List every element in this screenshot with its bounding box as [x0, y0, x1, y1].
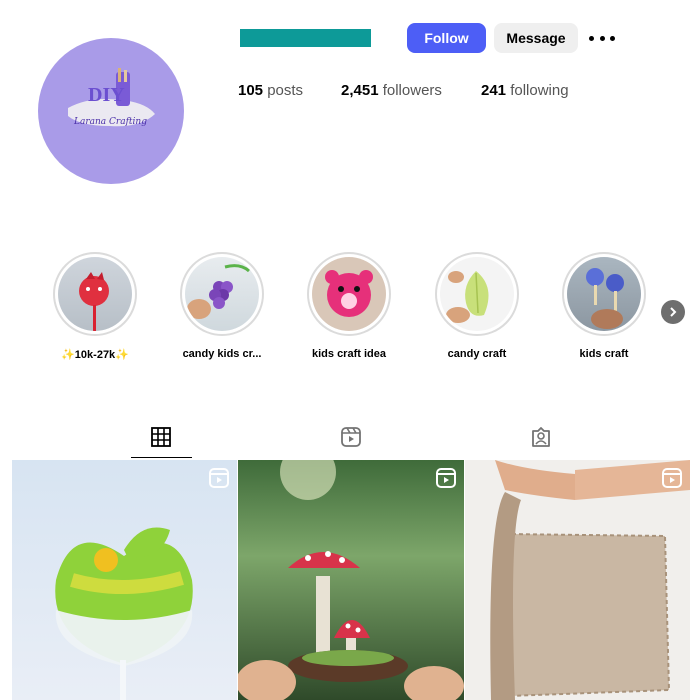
- username-redacted-bar: [240, 29, 371, 47]
- highlight-label: candy craft: [447, 348, 507, 360]
- reel-badge-icon: [436, 468, 456, 488]
- follow-button[interactable]: Follow: [407, 23, 486, 53]
- highlight-label: kids craft: [579, 348, 629, 360]
- highlight-label: kids craft idea: [312, 348, 386, 360]
- reel-badge-icon: [209, 468, 229, 488]
- reel-badge-icon: [662, 468, 682, 488]
- following-label: following: [510, 82, 569, 99]
- profile-avatar[interactable]: DIY Larana Crafting: [38, 38, 184, 184]
- message-button[interactable]: Message: [494, 23, 578, 53]
- post-thumbnail[interactable]: [12, 460, 237, 700]
- highlight-ring: [307, 252, 391, 336]
- diy-logo: DIY Larana Crafting: [68, 68, 155, 127]
- post-image: [238, 460, 464, 700]
- followers-stat[interactable]: 2,451 followers: [341, 82, 442, 99]
- chevron-right-icon: [670, 307, 677, 317]
- highlight-item[interactable]: candy kids cr...: [177, 252, 267, 360]
- active-tab-indicator: [131, 457, 192, 458]
- highlight-item[interactable]: candy craft: [432, 252, 522, 360]
- posts-label: posts: [267, 82, 304, 99]
- highlight-ring: [435, 252, 519, 336]
- post-image: [490, 460, 690, 700]
- grid-icon[interactable]: [150, 426, 172, 448]
- posts-stat: 105 posts: [238, 82, 303, 99]
- post-thumbnail[interactable]: [465, 460, 690, 700]
- post-thumbnail[interactable]: [238, 460, 464, 700]
- highlight-cover-image: [185, 257, 259, 331]
- posts-count: 105: [238, 82, 264, 99]
- highlight-item[interactable]: kids craft: [559, 252, 649, 360]
- highlight-ring: [53, 252, 137, 336]
- followers-label: followers: [382, 82, 442, 99]
- highlight-label: candy kids cr...: [182, 348, 262, 360]
- reels-icon[interactable]: [340, 426, 362, 448]
- following-count: 241: [481, 82, 507, 99]
- svg-text:Larana Crafting: Larana Crafting: [73, 117, 147, 127]
- following-stat[interactable]: 241 following: [481, 82, 569, 99]
- post-image: [55, 527, 193, 700]
- highlight-ring: [180, 252, 264, 336]
- highlight-cover-image: [440, 257, 514, 331]
- more-options-icon[interactable]: [589, 28, 615, 48]
- highlight-cover-image: [567, 257, 641, 331]
- highlight-item[interactable]: kids craft idea: [304, 252, 394, 360]
- highlight-cover-image: [312, 257, 386, 331]
- tagged-icon[interactable]: [530, 426, 552, 448]
- highlights-next-button[interactable]: [661, 300, 685, 324]
- followers-count: 2,451: [341, 82, 379, 99]
- highlight-item[interactable]: ✨10k-27k✨: [50, 252, 140, 361]
- highlight-ring: [562, 252, 646, 336]
- highlight-cover-image: [58, 257, 132, 331]
- highlight-label: ✨10k-27k✨: [61, 349, 129, 361]
- svg-text:DIY: DIY: [88, 84, 125, 106]
